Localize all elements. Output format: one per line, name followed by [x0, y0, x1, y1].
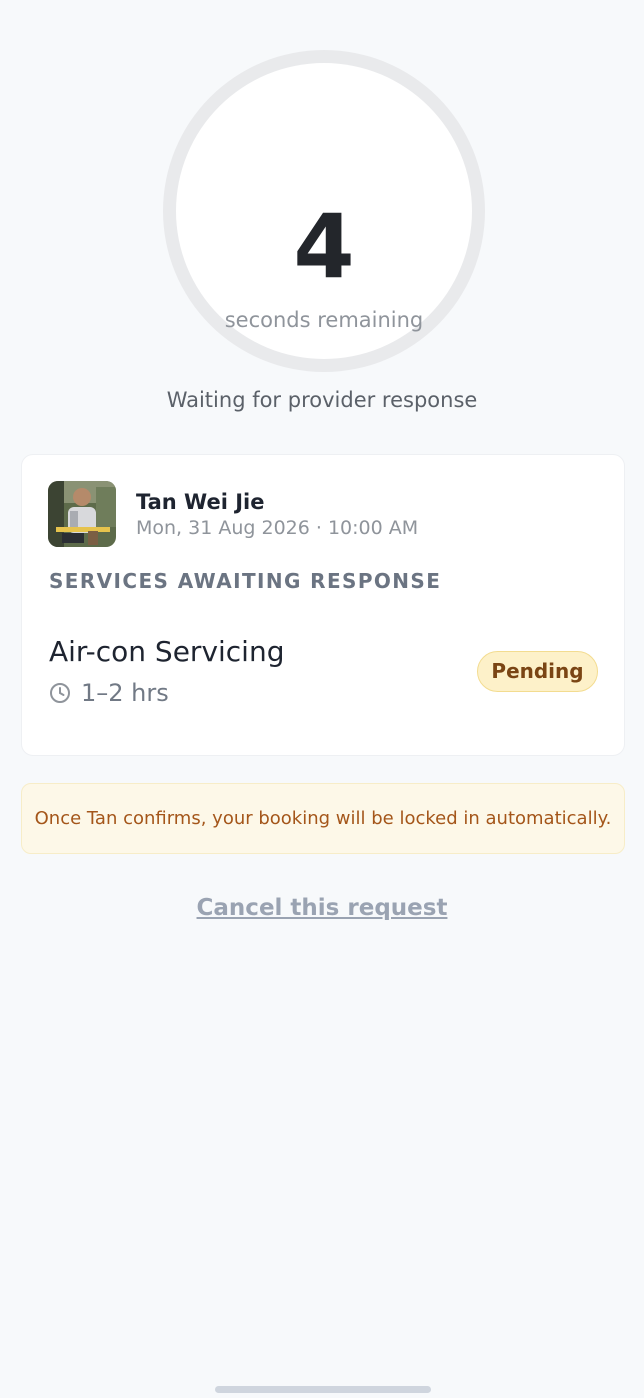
provider-name: Tan Wei Jie [136, 490, 265, 514]
service-duration: 1–2 hrs [49, 679, 169, 707]
status-message: Waiting for provider response [166, 388, 478, 412]
status-badge: Pending [477, 651, 598, 692]
home-indicator[interactable] [215, 1386, 431, 1393]
countdown-face: 4 seconds remaining [176, 63, 472, 359]
cancel-request-link: Cancel this request [0, 895, 644, 921]
countdown-value: 4 [293, 195, 355, 298]
clock-icon [49, 682, 71, 704]
service-name: Air-con Servicing [49, 635, 285, 668]
service-duration-text: 1–2 hrs [81, 679, 169, 707]
cancel-request-label[interactable]: Cancel this request [197, 895, 448, 921]
booking-card: Tan Wei Jie Mon, 31 Aug 2026 · 10:00 AM … [21, 454, 625, 756]
confirmation-notice: Once Tan confirms, your booking will be … [21, 783, 625, 854]
section-label: SERVICES AWAITING RESPONSE [49, 569, 442, 593]
countdown-caption: seconds remaining [224, 308, 424, 332]
booking-date-time: Mon, 31 Aug 2026 · 10:00 AM [136, 517, 419, 539]
provider-avatar [48, 481, 116, 547]
countdown-timer: 4 seconds remaining [163, 50, 485, 372]
